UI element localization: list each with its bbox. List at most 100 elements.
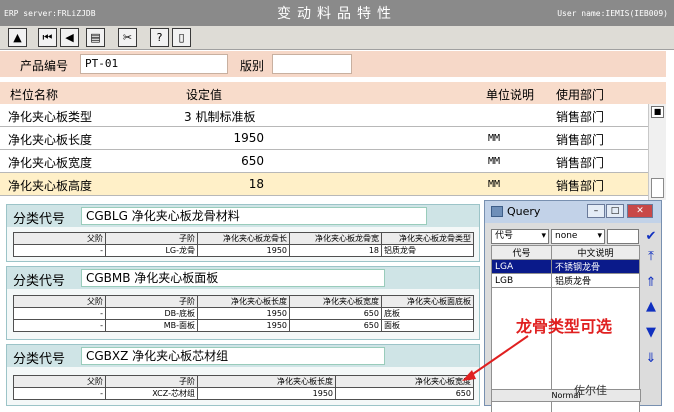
cell: - xyxy=(13,307,106,320)
col-header: 净化夹心板宽度 xyxy=(289,295,382,308)
column-unit: 单位说明 xyxy=(486,88,535,102)
delete-button[interactable]: ✂ xyxy=(118,28,137,47)
cell[interactable]: 1950 xyxy=(197,244,290,257)
scroll-up-icon[interactable]: ■ xyxy=(651,106,664,118)
version-field[interactable] xyxy=(272,54,352,74)
section-code-label: 分类代号 xyxy=(13,352,66,367)
help-button[interactable]: ? xyxy=(150,28,169,47)
property-name: 净化夹心板宽度 xyxy=(8,156,93,170)
line-up-icon[interactable]: ▲ xyxy=(643,299,659,315)
cell[interactable]: 650 xyxy=(289,319,382,332)
minimize-icon[interactable]: – xyxy=(587,204,605,218)
cell[interactable]: 1950 xyxy=(197,307,290,320)
cell: - xyxy=(13,387,106,400)
first-record-icon: ⏮ xyxy=(42,31,53,44)
section-code-label: 分类代号 xyxy=(13,274,66,289)
section-code-value[interactable]: CGBMB 净化夹心板面板 xyxy=(81,269,385,287)
toolbar: ▲ ⏮ ◀ ▤ ✂ ? ▯ xyxy=(0,26,674,50)
scroll-thumb[interactable] xyxy=(651,178,664,198)
page-down-icon[interactable]: ⇓ xyxy=(643,351,659,367)
cell[interactable]: 面板 xyxy=(381,319,474,332)
cell: LGB xyxy=(491,273,552,288)
cell: XCZ-芯材组 xyxy=(105,387,198,400)
properties-header: 栏位名称 设定值 单位说明 使用部门 xyxy=(0,82,666,104)
query-titlebar[interactable]: Query – □ ✕ xyxy=(485,201,661,223)
property-value[interactable]: 1950 xyxy=(184,131,264,145)
product-code-field[interactable]: PT-01 xyxy=(80,54,228,74)
property-name: 净化夹心板类型 xyxy=(8,110,93,124)
cell: - xyxy=(13,244,106,257)
col-header: 子阶 xyxy=(105,295,198,308)
property-row[interactable]: 净化夹心板高度 18 MM 销售部门 xyxy=(0,173,648,196)
cell: LG-龙骨 xyxy=(105,244,198,257)
property-dept: 销售部门 xyxy=(556,179,605,193)
page-up-icon[interactable]: ⇑ xyxy=(643,275,659,291)
cell: MB-面板 xyxy=(105,319,198,332)
up-button[interactable]: ▲ xyxy=(8,28,27,47)
category-section: 分类代号 CGBMB 净化夹心板面板 父阶 子阶 净化夹心板长度 净化夹心板宽度… xyxy=(6,266,480,340)
col-header: 净化夹心板长度 xyxy=(197,375,336,388)
column-dept: 使用部门 xyxy=(556,88,605,102)
close-icon[interactable]: ✕ xyxy=(627,204,653,218)
list-item[interactable]: LGA 不锈钢龙骨 xyxy=(491,259,640,274)
table-row[interactable]: - MB-面板 1950 650 面板 xyxy=(13,319,474,332)
table-row[interactable]: - DB-底板 1950 650 底板 xyxy=(13,307,474,320)
column-field-name: 栏位名称 xyxy=(10,88,59,102)
col-header: 代号 xyxy=(491,245,552,260)
col-header: 子阶 xyxy=(105,232,198,245)
first-record-button[interactable]: ⏮ xyxy=(38,28,57,47)
cell[interactable]: 650 xyxy=(289,307,382,320)
property-name: 净化夹心板长度 xyxy=(8,133,93,147)
title-bar: ERP server:FRLiZJDB 变动料品特性 User name:IEM… xyxy=(0,0,674,26)
user-label: User name:IEMIS(IEB009) xyxy=(557,9,668,18)
property-value[interactable]: 3 机制标准板 xyxy=(184,108,255,125)
properties-scrollbar[interactable]: ■ xyxy=(648,104,666,200)
query-status: Normal xyxy=(491,389,641,402)
section-code-value[interactable]: CGBLG 净化夹心板龙骨材料 xyxy=(81,207,427,225)
line-down-icon[interactable]: ▼ xyxy=(643,325,659,341)
product-bar: 产品编号 PT-01 版别 xyxy=(0,51,666,77)
col-header: 净化夹心板面底板 xyxy=(381,295,474,308)
cell[interactable]: 1950 xyxy=(197,387,336,400)
window-icon xyxy=(491,206,503,217)
first-icon[interactable]: ⤒ xyxy=(643,249,659,265)
cell[interactable]: 18 xyxy=(289,244,382,257)
col-header: 净化夹心板宽度 xyxy=(335,375,474,388)
list-item[interactable]: LGB 铝质龙骨 xyxy=(491,273,640,288)
table-row[interactable]: - LG-龙骨 1950 18 铝质龙骨 xyxy=(13,244,474,257)
cell[interactable]: 1950 xyxy=(197,319,290,332)
print-button[interactable]: ▤ xyxy=(86,28,105,47)
col-header: 净化夹心板龙骨类型 xyxy=(381,232,474,245)
col-header: 子阶 xyxy=(105,375,198,388)
previous-record-button[interactable]: ◀ xyxy=(60,28,79,47)
maximize-icon[interactable]: □ xyxy=(606,204,624,218)
property-unit: MM xyxy=(488,156,501,167)
cell[interactable]: 底板 xyxy=(381,307,474,320)
cell: 不锈钢龙骨 xyxy=(551,259,640,274)
cell[interactable]: 铝质龙骨 xyxy=(381,244,474,257)
previous-record-icon: ◀ xyxy=(65,31,74,44)
filter-operator-value: none xyxy=(555,231,578,241)
property-row[interactable]: 净化夹心板类型 3 机制标准板 销售部门 xyxy=(0,104,648,127)
col-header: 净化夹心板龙骨宽 xyxy=(289,232,382,245)
property-dept: 销售部门 xyxy=(556,156,605,170)
cell[interactable]: 650 xyxy=(335,387,474,400)
filter-operator-select[interactable]: none ▾ xyxy=(551,229,605,244)
section-table: 父阶 子阶 净化夹心板长度 净化夹心板宽度 - XCZ-芯材组 1950 650 xyxy=(13,375,474,400)
section-code-value[interactable]: CGBXZ 净化夹心板芯材组 xyxy=(81,347,385,365)
chevron-down-icon: ▾ xyxy=(597,231,602,241)
property-value[interactable]: 18 xyxy=(184,177,264,191)
table-row[interactable]: - XCZ-芯材组 1950 650 xyxy=(13,387,474,400)
exit-button[interactable]: ▯ xyxy=(172,28,191,47)
confirm-icon[interactable]: ✔ xyxy=(643,229,659,245)
property-row[interactable]: 净化夹心板长度 1950 MM 销售部门 xyxy=(0,127,648,150)
property-value[interactable]: 650 xyxy=(184,154,264,168)
property-dept: 销售部门 xyxy=(556,110,605,124)
section-header: 分类代号 CGBLG 净化夹心板龙骨材料 xyxy=(7,205,479,227)
section-code-label: 分类代号 xyxy=(13,212,66,227)
filter-field-select[interactable]: 代号 ▾ xyxy=(491,229,549,244)
filter-field-value: 代号 xyxy=(495,231,514,241)
property-row[interactable]: 净化夹心板宽度 650 MM 销售部门 xyxy=(0,150,648,173)
cell: DB-底板 xyxy=(105,307,198,320)
filter-value-input[interactable] xyxy=(607,229,639,244)
